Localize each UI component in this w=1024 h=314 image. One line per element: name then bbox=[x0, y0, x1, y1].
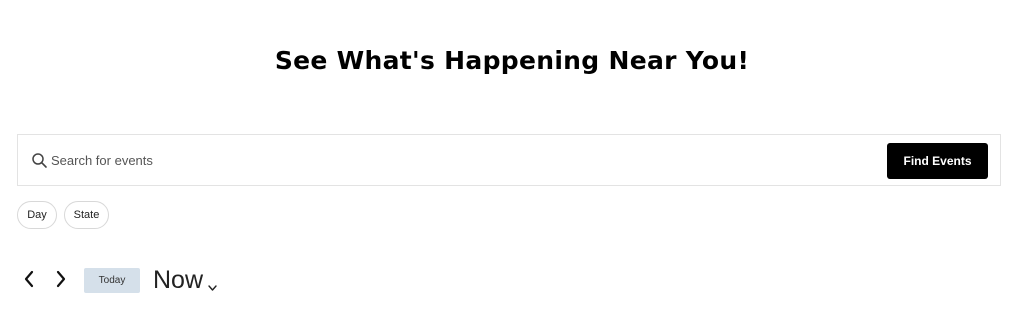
filter-day-button[interactable]: Day bbox=[17, 201, 57, 229]
search-icon bbox=[31, 152, 48, 169]
page: See What's Happening Near You! Find Even… bbox=[0, 0, 1024, 314]
find-events-button[interactable]: Find Events bbox=[887, 143, 988, 179]
date-range-label: Now bbox=[153, 265, 204, 294]
filter-bar: Day State bbox=[17, 201, 109, 229]
filter-state-button[interactable]: State bbox=[64, 201, 109, 229]
chevron-left-icon bbox=[23, 270, 35, 291]
page-title: See What's Happening Near You! bbox=[274, 46, 750, 75]
next-button[interactable] bbox=[50, 265, 72, 295]
date-navigation: Today Now bbox=[17, 264, 217, 296]
chevron-right-icon bbox=[55, 270, 67, 291]
chevron-down-icon bbox=[208, 278, 217, 291]
search-bar: Find Events bbox=[17, 134, 1001, 186]
today-button[interactable]: Today bbox=[84, 267, 140, 293]
search-input[interactable] bbox=[51, 148, 871, 172]
previous-button[interactable] bbox=[18, 265, 40, 295]
date-range-selector[interactable]: Now bbox=[153, 266, 217, 295]
